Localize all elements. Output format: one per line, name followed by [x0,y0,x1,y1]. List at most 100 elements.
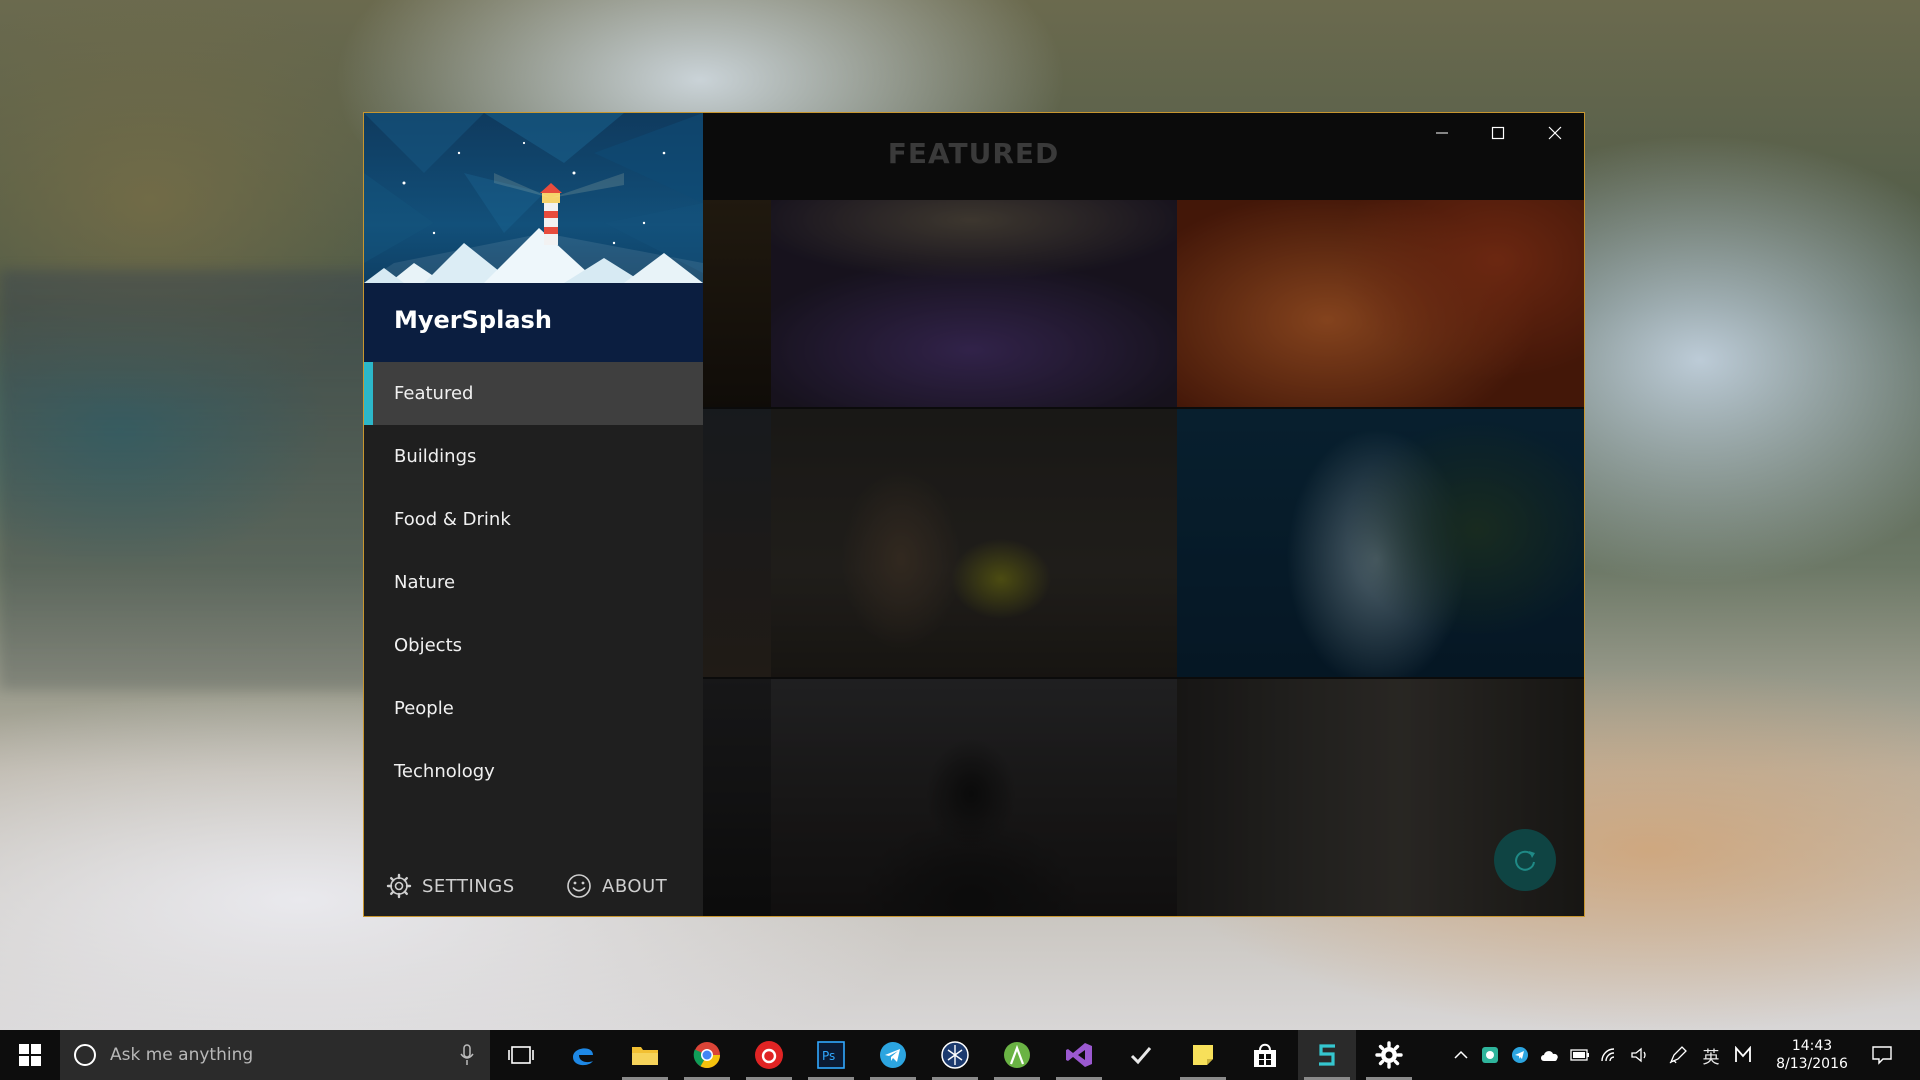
search-placeholder: Ask me anything [110,1045,254,1065]
photo-tile-person-silhouette[interactable] [771,679,1177,916]
telegram-button[interactable] [864,1030,922,1080]
globe-icon [941,1041,969,1069]
maximize-icon [1491,126,1505,140]
pen-workspace-button[interactable] [1664,1030,1692,1080]
myersplash-icon [1319,1044,1335,1066]
app-globe-button[interactable] [926,1030,984,1080]
smiley-icon [567,874,591,898]
photo-tile-flamingo[interactable] [1177,200,1584,407]
refresh-button[interactable] [1494,829,1556,891]
nav-item-food-drink[interactable]: Food & Drink [364,488,703,551]
gallery-area: FEATURED [703,113,1584,916]
photo-tile-lavender-field[interactable] [771,200,1177,407]
task-view-icon [508,1046,534,1064]
ime-mode-button[interactable] [1730,1030,1756,1080]
navigation-pane: MyerSplash Featured Buildings Food & Dri… [364,113,703,916]
maximize-button[interactable] [1470,113,1526,153]
nav-item-people[interactable]: People [364,677,703,740]
photoshop-button[interactable]: Ps [802,1030,860,1080]
sticky-note-icon [1193,1045,1213,1065]
nav-header-banner: MyerSplash [364,113,703,362]
photo-tile-partial[interactable] [703,200,771,407]
ime-mode-icon [1735,1046,1751,1062]
clock[interactable]: 14:43 8/13/2016 [1762,1037,1862,1073]
visual-studio-icon [1066,1043,1092,1067]
nav-item-nature[interactable]: Nature [364,551,703,614]
photo-tile-coastline-aerial[interactable] [1177,409,1584,677]
windows-icon [19,1044,41,1066]
tray-app-green-button[interactable] [1478,1030,1502,1080]
chevron-up-icon [1454,1050,1468,1059]
tray-app-icon [1482,1047,1498,1063]
telegram-icon [880,1042,906,1068]
task-view-button[interactable] [492,1030,550,1080]
app-title: MyerSplash [394,306,552,334]
android-studio-button[interactable] [988,1030,1046,1080]
photo-tile-partial[interactable] [703,679,771,916]
android-studio-icon [1004,1042,1030,1068]
cloud-icon [1541,1051,1558,1061]
about-label: ABOUT [602,875,668,897]
start-button[interactable] [0,1030,60,1080]
clock-date: 8/13/2016 [1776,1056,1848,1072]
show-hidden-icons-button[interactable] [1450,1030,1472,1080]
wifi-button[interactable] [1598,1030,1622,1080]
battery-icon [1570,1049,1589,1061]
tray-telegram-button[interactable] [1508,1030,1532,1080]
refresh-icon [1515,850,1535,871]
edge-icon [573,1048,593,1066]
folder-icon [632,1047,658,1065]
photoshop-icon: Ps [817,1041,845,1069]
search-box[interactable]: Ask me anything [60,1030,490,1080]
settings-app-button[interactable] [1360,1030,1418,1080]
minimize-button[interactable] [1414,113,1470,153]
volume-button[interactable] [1628,1030,1652,1080]
minimize-icon [1436,132,1448,134]
nav-item-technology[interactable]: Technology [364,740,703,803]
about-button[interactable]: ABOUT [566,870,667,902]
wallpaper-shade [0,270,380,690]
myersplash-button[interactable] [1298,1030,1356,1080]
nav-item-buildings[interactable]: Buildings [364,425,703,488]
photo-tile-cat[interactable] [771,409,1177,677]
store-button[interactable] [1236,1030,1294,1080]
onedrive-button[interactable] [1538,1030,1562,1080]
microphone-icon[interactable] [460,1044,474,1066]
nav-item-objects[interactable]: Objects [364,614,703,677]
input-method-indicator[interactable]: 英 [1698,1030,1724,1080]
netease-music-icon [755,1041,783,1069]
close-icon [1548,126,1562,140]
wifi-icon [1601,1048,1615,1062]
battery-button[interactable] [1568,1030,1592,1080]
netease-music-button[interactable] [740,1030,798,1080]
app-window: MyerSplash Featured Buildings Food & Dri… [363,112,1585,917]
settings-label: SETTINGS [422,875,515,897]
close-button[interactable] [1527,113,1583,153]
notification-icon [1872,1046,1892,1065]
pen-icon [1669,1046,1687,1064]
svg-text:Ps: Ps [822,1049,835,1063]
nav-footer: SETTINGS ABOUT [364,856,703,916]
store-icon [1254,1043,1276,1067]
chrome-icon [693,1042,720,1068]
checkmark-icon [1130,1047,1152,1065]
nav-list: Featured Buildings Food & Drink Nature O… [364,362,703,803]
settings-button[interactable]: SETTINGS [386,870,515,902]
action-center-button[interactable] [1862,1030,1902,1080]
chrome-button[interactable] [678,1030,736,1080]
clock-time: 14:43 [1791,1038,1833,1054]
cortana-icon [74,1044,96,1066]
photo-tile-partial[interactable] [703,409,771,677]
wunderlist-button[interactable] [1112,1030,1170,1080]
file-explorer-button[interactable] [616,1030,674,1080]
edge-button[interactable] [554,1030,612,1080]
taskbar: Ask me anything Ps 英 14:43 8/13/2016 [0,1030,1920,1080]
nav-item-featured[interactable]: Featured [364,362,703,425]
gear-icon [386,873,412,899]
settings-gear-icon [1375,1041,1403,1069]
visual-studio-button[interactable] [1050,1030,1108,1080]
telegram-tray-icon [1512,1047,1528,1063]
sticky-notes-button[interactable] [1174,1030,1232,1080]
page-title: FEATURED [887,137,1060,170]
speaker-icon [1631,1047,1646,1063]
